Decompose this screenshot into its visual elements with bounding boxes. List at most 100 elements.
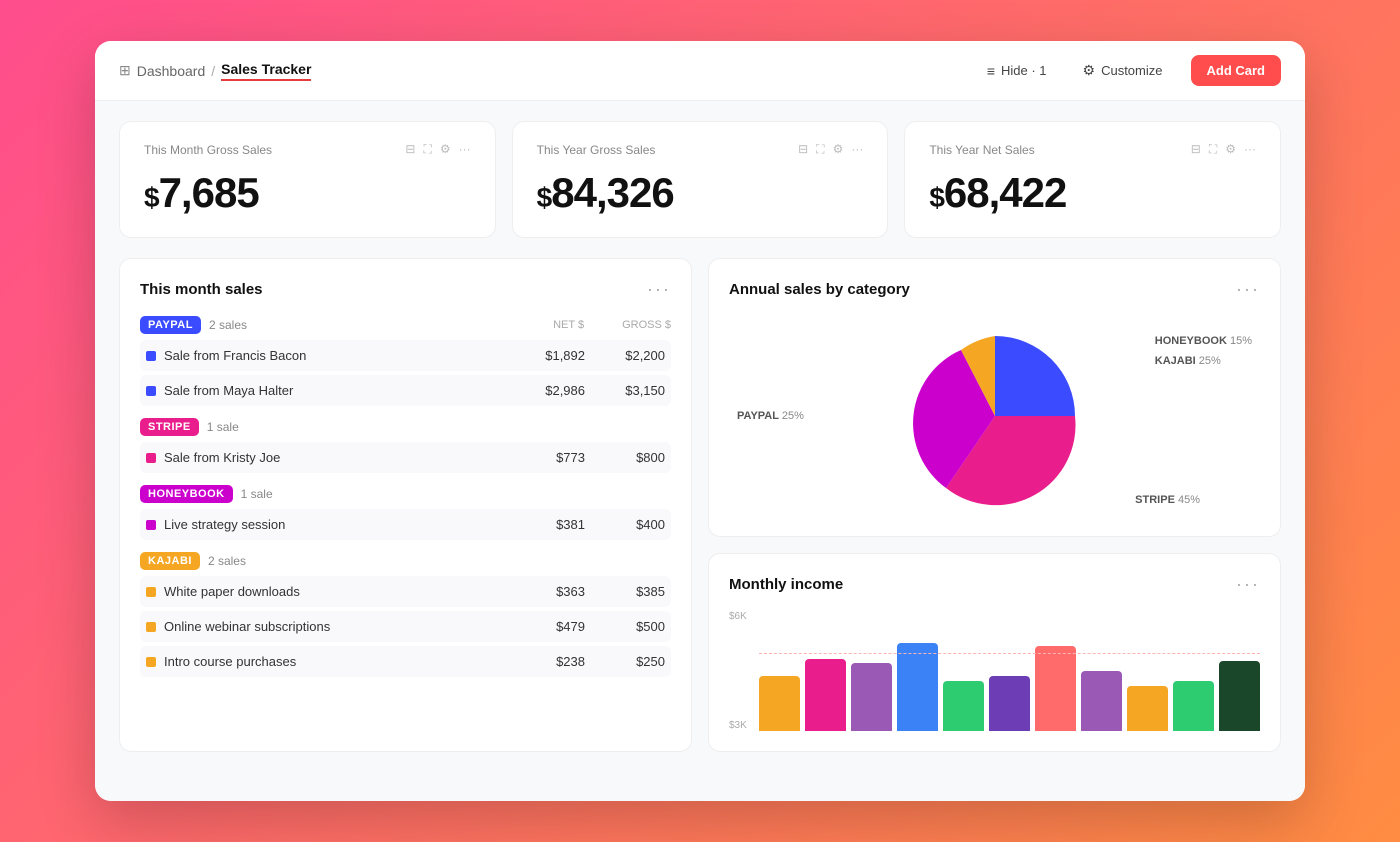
pie-more-icon[interactable]: ··· bbox=[1236, 279, 1260, 300]
header: ⊞ Dashboard / Sales Tracker ≡ Hide · 1 ⚙… bbox=[95, 41, 1305, 101]
bar-0 bbox=[759, 676, 800, 731]
breadcrumb-current: Sales Tracker bbox=[221, 61, 311, 81]
grid-icon: ⊞ bbox=[119, 62, 131, 79]
sale-dot-1-0 bbox=[146, 453, 156, 463]
stat-value-1: $84,326 bbox=[537, 169, 864, 217]
filter-icon-2[interactable]: ⊟ bbox=[1191, 142, 1201, 157]
filter-icon-1[interactable]: ⊟ bbox=[798, 142, 808, 157]
sale-net-2-0: $381 bbox=[505, 517, 585, 532]
bar-4 bbox=[943, 681, 984, 731]
filter-icon-0[interactable]: ⊟ bbox=[405, 142, 415, 157]
sale-name-text-3-2: Intro course purchases bbox=[164, 654, 296, 669]
col-net-header: NET $ bbox=[553, 319, 584, 331]
bottom-section: This month sales ··· PAYPAL 2 sales NET … bbox=[119, 258, 1281, 752]
bar-6 bbox=[1035, 646, 1076, 731]
settings-icon-0[interactable]: ⚙ bbox=[440, 142, 451, 157]
payment-badge-1: STRIPE bbox=[140, 418, 199, 436]
payment-header-1: STRIPE 1 sale bbox=[140, 418, 671, 436]
bar-more-icon[interactable]: ··· bbox=[1236, 574, 1260, 595]
more-icon-0[interactable]: ··· bbox=[459, 142, 471, 157]
customize-button[interactable]: ⚙ Customize bbox=[1075, 58, 1171, 83]
bar-1 bbox=[805, 659, 846, 731]
stat-icons-0: ⊟ ⛶ ⚙ ··· bbox=[405, 142, 470, 157]
stat-title-text-2: This Year Net Sales bbox=[929, 143, 1034, 157]
pie-chart-card: Annual sales by category ··· bbox=[708, 258, 1281, 537]
dashed-line bbox=[759, 653, 1260, 654]
expand-icon-2[interactable]: ⛶ bbox=[1209, 142, 1217, 157]
stat-card-2: This Year Net Sales ⊟ ⛶ ⚙ ··· $68,422 bbox=[904, 121, 1281, 238]
sale-row-0-1: Sale from Maya Halter $2,986 $3,150 bbox=[140, 375, 671, 406]
bars-wrapper bbox=[759, 611, 1260, 731]
payment-group-1: STRIPE 1 sale Sale from Kristy Joe $773 … bbox=[140, 418, 671, 473]
sale-name-text-0-1: Sale from Maya Halter bbox=[164, 383, 293, 398]
sale-row-0-0: Sale from Francis Bacon $1,892 $2,200 bbox=[140, 340, 671, 371]
sale-dot-2-0 bbox=[146, 520, 156, 530]
expand-icon-1[interactable]: ⛶ bbox=[816, 142, 824, 157]
breadcrumb-separator: / bbox=[211, 63, 215, 79]
sales-card-header: This month sales ··· bbox=[140, 279, 671, 300]
sales-more-icon[interactable]: ··· bbox=[647, 279, 671, 300]
pie-card-header: Annual sales by category ··· bbox=[729, 279, 1260, 300]
stat-value-2: $68,422 bbox=[929, 169, 1256, 217]
sale-gross-0-1: $3,150 bbox=[585, 383, 665, 398]
sale-row-3-0: White paper downloads $363 $385 bbox=[140, 576, 671, 607]
pie-labels-left: PAYPAL 25% bbox=[737, 410, 804, 422]
dashboard-container: ⊞ Dashboard / Sales Tracker ≡ Hide · 1 ⚙… bbox=[95, 41, 1305, 801]
stat-currency-2: $ bbox=[929, 182, 944, 213]
more-icon-2[interactable]: ··· bbox=[1244, 142, 1256, 157]
sale-name-text-3-0: White paper downloads bbox=[164, 584, 300, 599]
sale-name-text-1-0: Sale from Kristy Joe bbox=[164, 450, 280, 465]
sale-dot-0-1 bbox=[146, 386, 156, 396]
sale-name-3-0: White paper downloads bbox=[146, 584, 505, 599]
hide-label: Hide · 1 bbox=[1001, 63, 1047, 78]
pie-label-stripe: STRIPE 45% bbox=[1135, 494, 1200, 506]
bar-7 bbox=[1081, 671, 1122, 731]
stat-currency-1: $ bbox=[537, 182, 552, 213]
sale-net-3-0: $363 bbox=[505, 584, 585, 599]
add-card-button[interactable]: Add Card bbox=[1191, 55, 1282, 86]
bar-chart-card: Monthly income ··· $6K $3K bbox=[708, 553, 1281, 752]
stat-title-0: This Month Gross Sales ⊟ ⛶ ⚙ ··· bbox=[144, 142, 471, 157]
sale-net-3-2: $238 bbox=[505, 654, 585, 669]
bar-chart-title: Monthly income bbox=[729, 576, 843, 593]
payment-header-3: KAJABI 2 sales bbox=[140, 552, 671, 570]
sale-name-3-2: Intro course purchases bbox=[146, 654, 505, 669]
pie-chart-svg bbox=[885, 326, 1105, 506]
expand-icon-0[interactable]: ⛶ bbox=[423, 142, 431, 157]
settings-icon-1[interactable]: ⚙ bbox=[833, 142, 844, 157]
sale-row-1-0: Sale from Kristy Joe $773 $800 bbox=[140, 442, 671, 473]
pie-segment-paypal bbox=[995, 336, 1075, 416]
payment-badge-0: PAYPAL bbox=[140, 316, 201, 334]
payment-count-0: 2 sales bbox=[209, 318, 247, 332]
sale-gross-3-0: $385 bbox=[585, 584, 665, 599]
stat-value-0: $7,685 bbox=[144, 169, 471, 217]
sale-gross-3-1: $500 bbox=[585, 619, 665, 634]
customize-label: Customize bbox=[1101, 63, 1162, 78]
pie-container: HONEYBOOK 15% KAJABI 25% PAYPAL 25% STRI… bbox=[729, 316, 1260, 516]
pie-chart-title: Annual sales by category bbox=[729, 281, 910, 298]
hide-button[interactable]: ≡ Hide · 1 bbox=[979, 59, 1055, 83]
more-icon-1[interactable]: ··· bbox=[851, 142, 863, 157]
sales-card-title: This month sales bbox=[140, 281, 263, 298]
sale-dot-3-0 bbox=[146, 587, 156, 597]
sale-gross-2-0: $400 bbox=[585, 517, 665, 532]
bar-chart-y-axis: $6K $3K bbox=[729, 611, 759, 731]
settings-icon-2[interactable]: ⚙ bbox=[1225, 142, 1236, 157]
payment-header-2: HONEYBOOK 1 sale bbox=[140, 485, 671, 503]
sale-name-0-1: Sale from Maya Halter bbox=[146, 383, 505, 398]
payment-badge-2: HONEYBOOK bbox=[140, 485, 233, 503]
stat-icons-1: ⊟ ⛶ ⚙ ··· bbox=[798, 142, 863, 157]
payment-badge-3: KAJABI bbox=[140, 552, 200, 570]
sale-net-0-0: $1,892 bbox=[505, 348, 585, 363]
sale-dot-3-1 bbox=[146, 622, 156, 632]
stat-title-text-0: This Month Gross Sales bbox=[144, 143, 272, 157]
right-panel: Annual sales by category ··· bbox=[708, 258, 1281, 752]
sale-net-0-1: $2,986 bbox=[505, 383, 585, 398]
payment-header-0: PAYPAL 2 sales NET $ GROSS $ bbox=[140, 316, 671, 334]
payment-group-0: PAYPAL 2 sales NET $ GROSS $ Sale from F… bbox=[140, 316, 671, 406]
payment-count-1: 1 sale bbox=[207, 420, 239, 434]
bar-3 bbox=[897, 643, 938, 731]
pie-labels-right: HONEYBOOK 15% KAJABI 25% bbox=[1155, 332, 1252, 372]
bar-2 bbox=[851, 663, 892, 731]
breadcrumb-dashboard[interactable]: Dashboard bbox=[137, 63, 206, 79]
